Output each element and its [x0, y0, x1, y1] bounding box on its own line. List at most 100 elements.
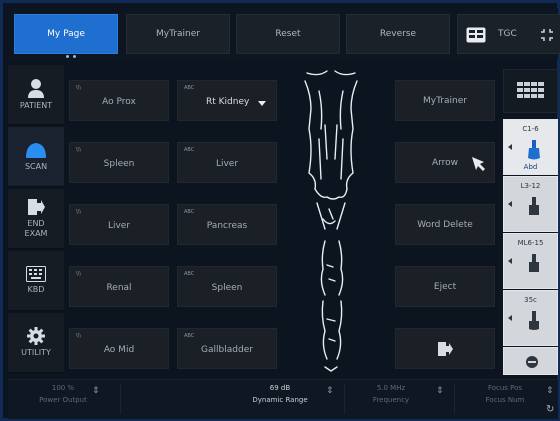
caret-left-icon: [508, 144, 512, 150]
expand-icon[interactable]: [540, 28, 554, 42]
preset-gallbladder[interactable]: ABC Gallbladder: [177, 328, 277, 369]
up-down-arrow-icon: ⇕: [546, 386, 554, 396]
preset-rt-kidney[interactable]: ABC Rt Kidney: [177, 80, 277, 121]
dynamic-range-knob[interactable]: 69 dB Dynamic Range: [232, 384, 328, 404]
up-down-arrow-icon: ⇕: [92, 386, 100, 396]
divider: [344, 384, 345, 414]
tab-reverse[interactable]: Reverse: [346, 14, 450, 54]
grid-icon: [517, 82, 544, 98]
arrow-button[interactable]: Arrow: [395, 142, 495, 183]
dynamic-range-label: Dynamic Range: [252, 396, 308, 404]
pointer-arrow-icon: [472, 157, 485, 171]
tgc-button[interactable]: TGC: [457, 14, 560, 54]
tgc-label: TGC: [498, 29, 517, 39]
probe-c1-6[interactable]: C1-6 Abd: [503, 119, 558, 175]
probe-name: L3-12: [520, 182, 541, 190]
probe-icon: [529, 197, 539, 215]
exit-icon: [438, 341, 453, 356]
probe-l3-12[interactable]: L3-12: [503, 176, 558, 232]
caret-left-icon: [508, 258, 512, 264]
preset-label: Renal: [106, 283, 132, 293]
probe-grid-button[interactable]: [503, 69, 558, 113]
preset-label: Pancreas: [206, 221, 248, 231]
tab-reverse-label: Reverse: [379, 29, 417, 39]
probe-subtitle: Abd: [523, 163, 538, 171]
page-indicator-dots: [66, 55, 76, 58]
eject-button-label: Eject: [433, 281, 457, 292]
probe-icon: [528, 140, 540, 160]
refresh-icon: ↻: [546, 404, 555, 415]
tab-mytrainer-label: MyTrainer: [156, 29, 200, 39]
sidebar-item-scan[interactable]: SCAN: [8, 127, 64, 187]
preset-tag: \\\: [76, 147, 82, 153]
preset-spleen-abc[interactable]: ABC Spleen: [177, 266, 277, 307]
sidebar-item-end-exam[interactable]: END EXAM: [8, 189, 64, 249]
preset-tag: ABC: [184, 147, 195, 153]
sidebar-item-label: KBD: [27, 285, 45, 294]
sidebar-item-utility[interactable]: UTILITY: [8, 313, 64, 373]
preset-tag: \\\: [76, 333, 82, 339]
preset-label: Liver: [215, 159, 239, 169]
sidebar-item-patient[interactable]: PATIENT: [8, 65, 64, 125]
app-frame: My Page MyTrainer Reset Reverse TGC PATI…: [0, 0, 560, 421]
exit-button[interactable]: [395, 328, 495, 369]
body-outline-icon: [304, 70, 358, 372]
tab-reset[interactable]: Reset: [236, 14, 340, 54]
scan-icon: [26, 143, 46, 158]
preset-label: Liver: [107, 221, 131, 231]
top-bar: My Page MyTrainer Reset Reverse TGC: [8, 8, 560, 60]
preset-label: Spleen: [211, 283, 243, 293]
sidebar-item-kbd[interactable]: KBD: [8, 251, 64, 311]
exit-icon: [28, 199, 45, 215]
tab-my-page[interactable]: My Page: [14, 14, 118, 54]
caret-left-icon: [508, 315, 512, 321]
preset-tag: ABC: [184, 85, 195, 91]
focus-value: Focus Pos: [487, 384, 523, 392]
probe-name: C1-6: [522, 125, 539, 133]
preset-ao-mid[interactable]: \\\ Ao Mid: [69, 328, 169, 369]
preset-tag: \\\: [76, 271, 82, 277]
preset-tag: ABC: [184, 209, 195, 215]
mytrainer-button[interactable]: MyTrainer: [395, 80, 495, 121]
probe-icon: [529, 311, 539, 330]
probe-eject-button[interactable]: [503, 347, 558, 375]
tab-my-page-label: My Page: [47, 29, 85, 39]
preset-tag: ABC: [184, 271, 195, 277]
tab-mytrainer[interactable]: MyTrainer: [126, 14, 230, 54]
arrow-button-label: Arrow: [431, 157, 459, 168]
preset-tag: \\\: [76, 85, 82, 91]
sidebar-item-label: PATIENT: [19, 101, 53, 110]
left-sidebar: PATIENT SCAN END EXAM KBD UTILITY: [8, 65, 64, 375]
frequency-knob[interactable]: 5.0 MHz Frequency: [348, 384, 434, 404]
preset-liver[interactable]: \\\ Liver: [69, 204, 169, 245]
preset-tag: \\\: [76, 209, 82, 215]
preset-label: Ao Mid: [103, 345, 135, 355]
bottom-control-bar: 100 % Power Output ⇕ 69 dB Dynamic Range…: [8, 379, 558, 419]
eject-button[interactable]: Eject: [395, 266, 495, 307]
preset-liver-abc[interactable]: ABC Liver: [177, 142, 277, 183]
preset-label: Gallbladder: [201, 345, 253, 355]
preset-ao-prox[interactable]: \\\ Ao Prox: [69, 80, 169, 121]
up-down-arrow-icon: ⇕: [436, 386, 444, 396]
chevron-down-icon[interactable]: [258, 101, 266, 106]
preset-tag: ABC: [184, 333, 195, 339]
preset-spleen[interactable]: \\\ Spleen: [69, 142, 169, 183]
focus-knob[interactable]: Focus Pos Focus Num: [470, 384, 540, 404]
preset-label: Ao Prox: [102, 97, 136, 107]
divider: [454, 384, 455, 414]
word-delete-button[interactable]: Word Delete: [395, 204, 495, 245]
keyboard-icon: [26, 266, 46, 282]
tab-reset-label: Reset: [275, 29, 301, 39]
probe-ml6-15[interactable]: ML6-15: [503, 233, 558, 289]
probe-35c[interactable]: 35c: [503, 290, 558, 346]
frequency-label: Frequency: [372, 396, 410, 404]
preset-pancreas[interactable]: ABC Pancreas: [177, 204, 277, 245]
sidebar-item-label: SCAN: [24, 162, 48, 171]
person-icon: [28, 79, 44, 98]
tgc-panel-icon: [466, 27, 486, 43]
word-delete-button-label: Word Delete: [417, 219, 473, 230]
preset-renal[interactable]: \\\ Renal: [69, 266, 169, 307]
focus-label: Focus Num: [485, 396, 525, 404]
up-down-arrow-icon: ⇕: [326, 386, 334, 396]
power-output-label: Power Output: [39, 396, 87, 404]
